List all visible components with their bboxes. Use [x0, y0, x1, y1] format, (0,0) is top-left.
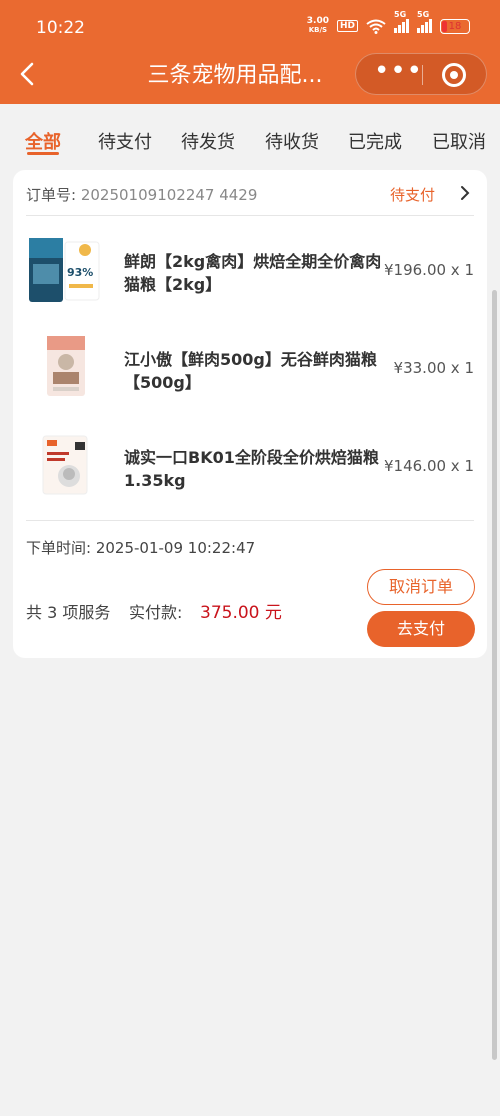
- tab-pending-payment[interactable]: 待支付: [98, 128, 152, 154]
- order-time: 下单时间: 2025-01-09 10:22:47: [26, 537, 255, 558]
- tab-pending-shipment[interactable]: 待发货: [181, 128, 235, 154]
- product-price: ¥146.00 x 1: [384, 457, 474, 475]
- tab-all[interactable]: 全部: [25, 128, 61, 154]
- product-image: [47, 336, 85, 396]
- network-speed: 3.00 KB/S: [307, 17, 329, 35]
- product-price: ¥196.00 x 1: [384, 261, 474, 279]
- pay-label: 实付款:: [129, 603, 183, 622]
- order-number-label: 订单号:: [26, 186, 77, 204]
- pay-button[interactable]: 去支付: [367, 611, 475, 647]
- item-count: 共 3 项服务: [26, 603, 111, 622]
- tab-completed[interactable]: 已完成: [348, 128, 402, 154]
- product-name: 鲜朗【2kg禽肉】烘焙全期全价禽肉猫粮【2kg】: [124, 252, 382, 294]
- product-image-text: 93%: [67, 266, 93, 279]
- network-speed-value: 3.00: [306, 16, 329, 26]
- status-icons: 3.00 KB/S HD 5G 5G 18: [307, 10, 470, 35]
- tab-cancelled[interactable]: 已取消: [432, 128, 486, 154]
- tab-pending-receipt[interactable]: 待收货: [265, 128, 319, 154]
- order-number: 订单号: 20250109102247 4429: [26, 184, 257, 205]
- cancel-order-button[interactable]: 取消订单: [367, 569, 475, 605]
- scrollbar[interactable]: [492, 290, 497, 1060]
- divider: [26, 215, 474, 216]
- order-time-value: 2025-01-09 10:22:47: [95, 539, 256, 557]
- page-title: 三条宠物用品配...: [147, 63, 323, 88]
- order-number-value: 20250109102247 4429: [80, 186, 258, 204]
- miniprogram-capsule: •••: [355, 53, 487, 95]
- status-time: 10:22: [36, 18, 85, 38]
- pay-amount: 375.00 元: [200, 603, 282, 623]
- signal-1-label: 5G: [394, 10, 407, 19]
- product-name: 诚实一口BK01全阶段全价烘焙猫粮1.35kg: [124, 448, 379, 490]
- app-header: 10:22 3.00 KB/S HD 5G 5G 18 三条宠物用品配... •…: [0, 0, 500, 104]
- order-time-label: 下单时间:: [26, 539, 92, 557]
- order-card[interactable]: 订单号: 20250109102247 4429 待支付 93% 鲜朗【2kg禽…: [13, 170, 487, 658]
- product-price: ¥33.00 x 1: [393, 359, 474, 377]
- signal-icon-1: 5G: [394, 10, 409, 33]
- order-status: 待支付: [389, 186, 435, 204]
- active-tab-indicator: [27, 152, 59, 155]
- order-item[interactable]: 江小傲【鲜肉500g】无谷鲜肉猫粮【500g】 ¥33.00 x 1: [13, 322, 487, 412]
- product-image: [42, 435, 88, 495]
- hd-icon: HD: [336, 20, 358, 32]
- order-tabs: 全部 待支付 待发货 待收货 已完成 已取消: [0, 104, 500, 162]
- order-item[interactable]: 93% 鲜朗【2kg禽肉】烘焙全期全价禽肉猫粮【2kg】 ¥196.00 x 1: [13, 224, 487, 314]
- more-menu-icon[interactable]: •••: [374, 54, 422, 94]
- signal-icon-2: 5G: [417, 10, 432, 33]
- signal-2-label: 5G: [417, 10, 430, 19]
- order-item[interactable]: 诚实一口BK01全阶段全价烘焙猫粮1.35kg ¥146.00 x 1: [13, 420, 487, 510]
- chevron-right-icon[interactable]: [459, 184, 471, 202]
- product-name: 江小傲【鲜肉500g】无谷鲜肉猫粮【500g】: [124, 350, 377, 392]
- wifi-icon: [366, 19, 386, 34]
- capsule-divider: [422, 65, 423, 85]
- back-arrow-icon[interactable]: [16, 60, 40, 88]
- divider: [26, 520, 474, 521]
- network-speed-unit: KB/S: [308, 26, 328, 34]
- close-miniprogram-icon[interactable]: [442, 63, 466, 87]
- product-image: 93%: [29, 238, 100, 302]
- status-bar: 10:22 3.00 KB/S HD 5G 5G 18: [0, 0, 500, 56]
- battery-icon: 18: [440, 18, 470, 34]
- battery-level: 18: [448, 20, 462, 32]
